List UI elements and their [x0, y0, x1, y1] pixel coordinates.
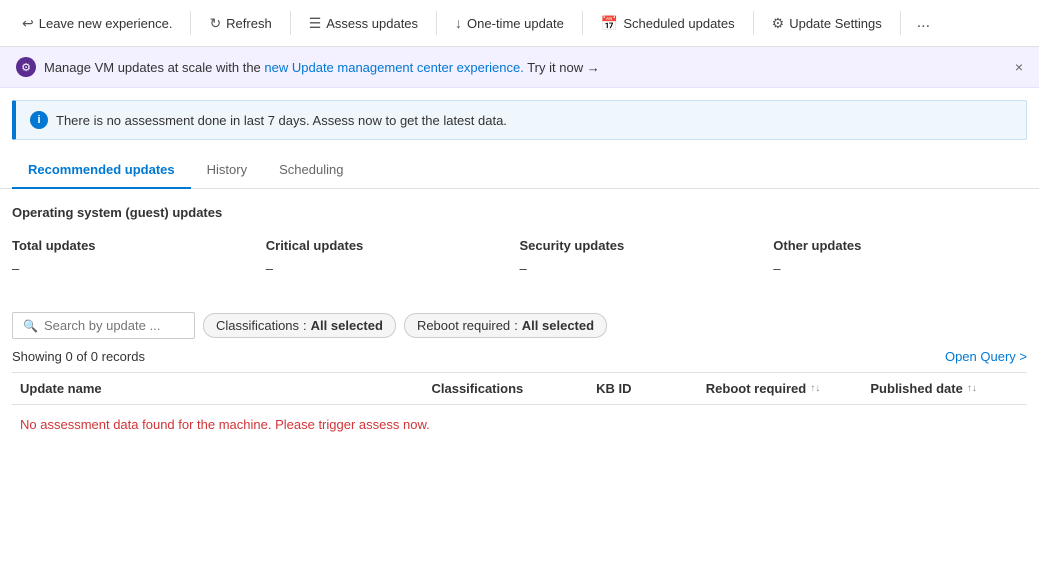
- col-published-date[interactable]: Published date ↑↓: [862, 381, 1027, 396]
- new-experience-link[interactable]: new Update management center experience.: [264, 60, 523, 75]
- toolbar-divider-5: [753, 11, 754, 35]
- stat-total-updates: Total updates –: [12, 234, 266, 288]
- search-input[interactable]: [44, 318, 184, 333]
- leave-experience-button[interactable]: ↩ Leave new experience.: [12, 9, 182, 38]
- no-data-message: No assessment data found for the machine…: [12, 405, 1027, 444]
- refresh-button[interactable]: ↻ Refresh: [199, 9, 281, 38]
- toolbar-divider-3: [436, 11, 437, 35]
- records-count: Showing 0 of 0 records: [12, 349, 145, 364]
- tab-scheduling[interactable]: Scheduling: [263, 152, 359, 189]
- more-button[interactable]: ...: [909, 8, 938, 38]
- toolbar: ↩ Leave new experience. ↻ Refresh ☰ Asse…: [0, 0, 1039, 47]
- stats-grid: Total updates – Critical updates – Secur…: [12, 234, 1027, 288]
- col-classifications: Classifications: [423, 381, 588, 396]
- refresh-icon: ↻: [209, 15, 221, 32]
- one-time-update-icon: ↓: [455, 15, 462, 31]
- one-time-update-button[interactable]: ↓ One-time update: [445, 9, 574, 37]
- classifications-filter[interactable]: Classifications : All selected: [203, 313, 396, 338]
- stat-other-updates: Other updates –: [773, 234, 1027, 288]
- stat-security-updates: Security updates –: [520, 234, 774, 288]
- assess-updates-button[interactable]: ☰ Assess updates: [299, 9, 428, 38]
- section-title: Operating system (guest) updates: [12, 205, 1027, 220]
- stat-critical-updates: Critical updates –: [266, 234, 520, 288]
- toolbar-divider-2: [290, 11, 291, 35]
- tab-history[interactable]: History: [191, 152, 263, 189]
- search-box[interactable]: 🔍: [12, 312, 195, 339]
- scheduled-updates-icon: 📅: [601, 15, 618, 32]
- update-settings-button[interactable]: ⚙ Update Settings: [762, 9, 892, 38]
- scheduled-updates-button[interactable]: 📅 Scheduled updates: [591, 9, 745, 38]
- data-table: Update name Classifications KB ID Reboot…: [12, 372, 1027, 444]
- assess-updates-icon: ☰: [309, 15, 322, 32]
- col-reboot-required[interactable]: Reboot required ↑↓: [698, 381, 863, 396]
- col-update-name: Update name: [12, 381, 423, 396]
- info-banner: i There is no assessment done in last 7 …: [12, 100, 1027, 140]
- records-row: Showing 0 of 0 records Open Query >: [12, 349, 1027, 364]
- tabs: Recommended updates History Scheduling: [12, 152, 1027, 188]
- reboot-sort-icon: ↑↓: [810, 383, 820, 394]
- toolbar-divider-1: [190, 11, 191, 35]
- filter-row: 🔍 Classifications : All selected Reboot …: [12, 312, 1027, 339]
- toolbar-divider-6: [900, 11, 901, 35]
- info-icon: i: [30, 111, 48, 129]
- banner-content: ⚙ Manage VM updates at scale with the ne…: [16, 57, 600, 77]
- table-header: Update name Classifications KB ID Reboot…: [12, 373, 1027, 405]
- reboot-required-filter[interactable]: Reboot required : All selected: [404, 313, 607, 338]
- table-body: No assessment data found for the machine…: [12, 405, 1027, 444]
- purple-banner: ⚙ Manage VM updates at scale with the ne…: [0, 47, 1039, 88]
- search-icon: 🔍: [23, 319, 38, 333]
- col-kb-id: KB ID: [588, 381, 698, 396]
- tab-recommended-updates[interactable]: Recommended updates: [12, 152, 191, 189]
- toolbar-divider-4: [582, 11, 583, 35]
- banner-text: Manage VM updates at scale with the new …: [44, 60, 600, 75]
- leave-experience-icon: ↩: [22, 15, 34, 32]
- main-content: Operating system (guest) updates Total u…: [0, 189, 1039, 460]
- published-date-sort-icon: ↑↓: [967, 383, 977, 394]
- update-settings-icon: ⚙: [772, 15, 785, 32]
- banner-close-button[interactable]: ×: [1015, 59, 1023, 75]
- info-text: There is no assessment done in last 7 da…: [56, 113, 507, 128]
- tabs-container: Recommended updates History Scheduling: [0, 152, 1039, 189]
- manage-vm-icon: ⚙: [16, 57, 36, 77]
- open-query-link[interactable]: Open Query >: [945, 349, 1027, 364]
